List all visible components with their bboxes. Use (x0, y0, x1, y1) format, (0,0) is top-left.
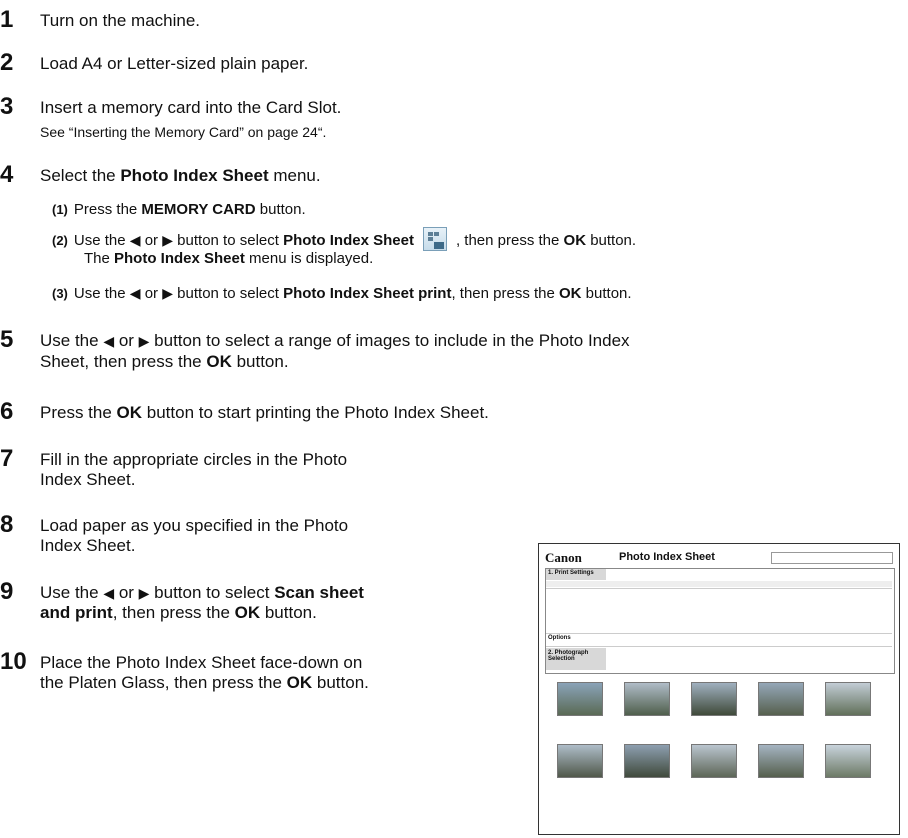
left-arrow-icon: ◀ (129, 285, 141, 301)
right-arrow-icon: ▶ (162, 232, 174, 248)
options-label: Options (548, 635, 571, 641)
step-text: Use the ◀ or ▶ button to select a range … (40, 331, 630, 350)
thumbnail (624, 682, 670, 716)
left-arrow-icon: ◀ (129, 232, 141, 248)
substep-2: (2) Use the ◀ or ▶ button to select Photo… (52, 232, 637, 249)
thumbnail (691, 744, 737, 778)
step-text-line2: Sheet, then press the OK button. (40, 352, 289, 371)
thumbnail (624, 744, 670, 778)
step-text: Place the Photo Index Sheet face-down on (40, 653, 363, 672)
step-text-line2: Index Sheet. (40, 536, 136, 555)
step-text: Load paper as you specified in the Photo (40, 516, 349, 535)
substep-3: (3) Use the ◀ or ▶ button to select Photo… (52, 285, 632, 302)
photograph-selection-label: 2. Photograph Selection (548, 650, 589, 662)
step-text-line2: and print, then press the OK button. (40, 603, 317, 622)
thumbnail (758, 744, 804, 778)
step-number: 9 (0, 578, 14, 605)
step-text: Turn on the machine. (40, 11, 201, 30)
photo-index-sheet-icon (423, 227, 447, 251)
photo-index-sheet-illustration: Canon Photo Index Sheet 1. Print Setting… (538, 543, 900, 835)
step-text: Insert a memory card into the Card Slot. (40, 98, 342, 117)
left-arrow-icon: ◀ (103, 333, 115, 349)
step-number: 10 (0, 648, 27, 675)
step-note: See “Inserting the Memory Card” on page … (40, 124, 327, 140)
thumbnail (825, 744, 871, 778)
step-text: Select the Photo Index Sheet menu. (40, 166, 321, 185)
paper-options-row (546, 588, 892, 634)
options-row (546, 634, 892, 647)
right-arrow-icon: ▶ (138, 333, 150, 349)
step-text-line2: the Platen Glass, then press the OK butt… (40, 673, 369, 692)
thumbnail (825, 682, 871, 716)
substep-1: (1) Press the MEMORY CARD button. (52, 201, 306, 218)
thumbnail (557, 682, 603, 716)
step-number: 4 (0, 161, 14, 188)
substep-2-line2: The Photo Index Sheet menu is displayed. (84, 250, 374, 267)
print-settings-label: 1. Print Settings (548, 570, 594, 576)
right-arrow-icon: ▶ (162, 285, 174, 301)
step-text: Load A4 or Letter-sized plain paper. (40, 54, 309, 73)
sheet-title: Photo Index Sheet (619, 551, 715, 563)
step-number: 8 (0, 511, 14, 538)
thumbnail (557, 744, 603, 778)
step-text: Fill in the appropriate circles in the P… (40, 450, 348, 469)
header-row (546, 581, 892, 587)
step-number: 6 (0, 398, 14, 425)
thumbnail (691, 682, 737, 716)
right-arrow-icon: ▶ (138, 585, 150, 601)
step-text: Press the OK button to start printing th… (40, 403, 489, 422)
step-number: 1 (0, 6, 14, 33)
canon-logo: Canon (545, 550, 582, 565)
step-text-line2: Index Sheet. (40, 470, 136, 489)
step-text: Use the ◀ or ▶ button to select Scan she… (40, 583, 364, 602)
thumbnail (758, 682, 804, 716)
step-number: 2 (0, 49, 14, 76)
step-number: 3 (0, 93, 14, 120)
left-arrow-icon: ◀ (103, 585, 115, 601)
step-number: 7 (0, 445, 14, 472)
sheet-legend (771, 552, 893, 564)
step-number: 5 (0, 326, 14, 353)
